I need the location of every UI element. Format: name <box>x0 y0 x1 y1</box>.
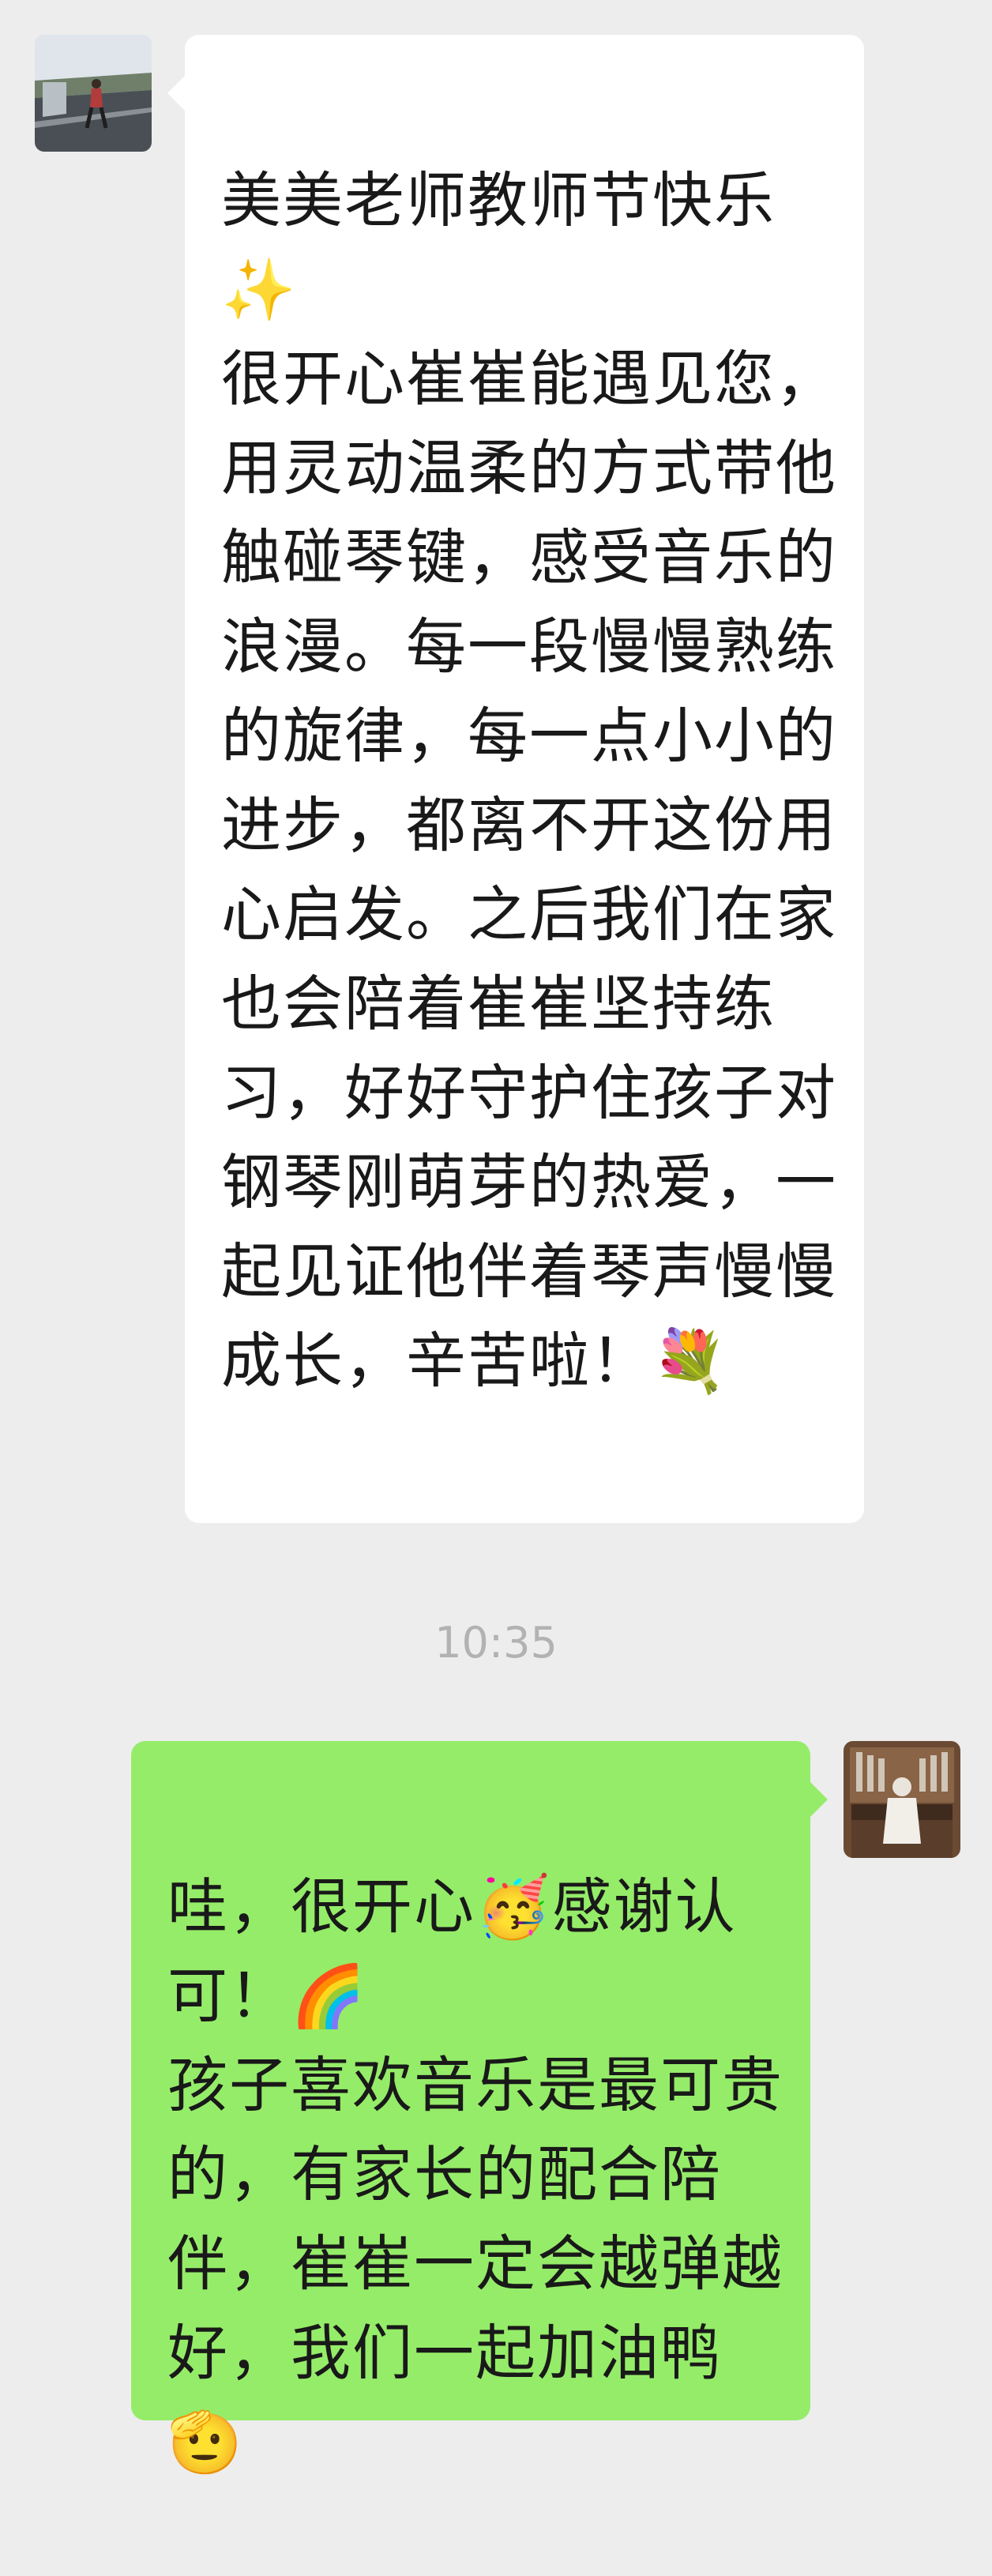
received-message-text: 美美老师教师节快乐 ✨ 很开心崔崔能遇见您，用灵动温柔的方式带他触碰琴键，感受音… <box>221 165 837 1396</box>
received-message-bubble[interactable]: 美美老师教师节快乐 ✨ 很开心崔崔能遇见您，用灵动温柔的方式带他触碰琴键，感受音… <box>167 35 864 1523</box>
message-timestamp: 10:35 <box>434 1618 558 1668</box>
road-runner-avatar-icon <box>35 35 152 152</box>
sent-message-bubble[interactable]: 哇，很开心🥳感谢认可！🌈 孩子喜欢音乐是最可贵的，有家长的配合陪伴，崔崔一定会越… <box>131 1741 828 2477</box>
organ-player-avatar-icon <box>844 1741 960 1858</box>
sent-message-text: 哇，很开心🥳感谢认可！🌈 孩子喜欢音乐是最可贵的，有家长的配合陪伴，崔崔一定会越… <box>167 1871 783 2477</box>
self-avatar[interactable] <box>844 1741 960 1858</box>
contact-avatar[interactable] <box>35 35 152 152</box>
